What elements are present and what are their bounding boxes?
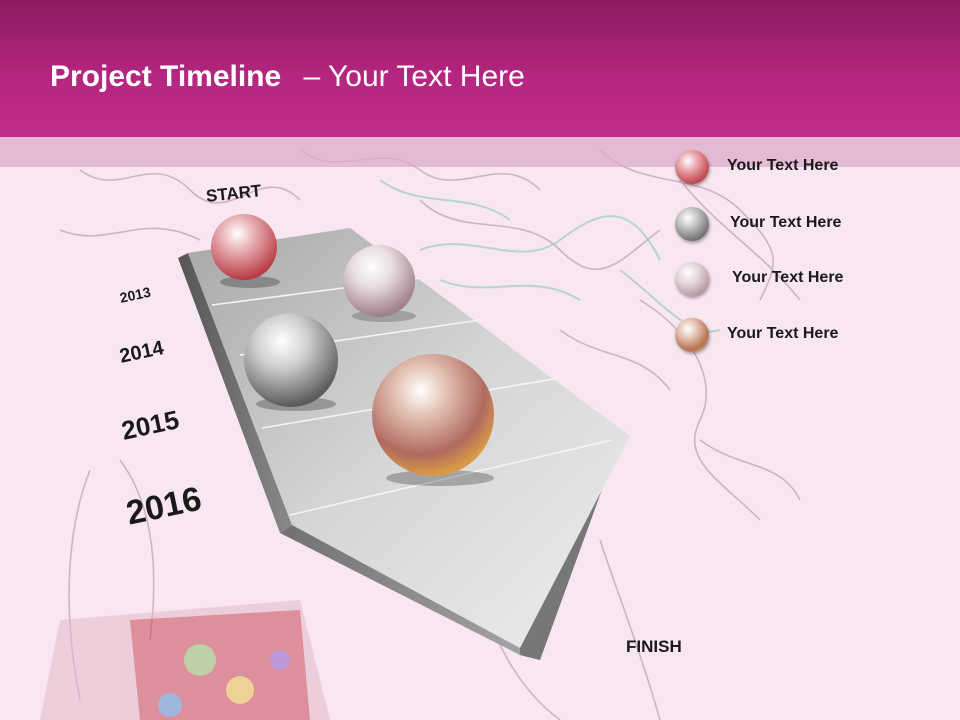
legend-dot-red-icon [675,150,709,184]
legend-dot-mauve-icon [675,262,709,296]
legend-label: Your Text Here [727,157,839,174]
sphere-orange [372,354,494,476]
legend-item-orange: Your Text Here [675,318,875,352]
slide: Project Timeline – Your Text Here START … [0,0,960,720]
legend-item-gray: Your Text Here [675,207,875,241]
legend-label: Your Text Here [732,269,844,286]
legend-label: Your Text Here [730,214,842,231]
finish-label: FINISH [626,637,682,656]
legend-dot-gray-icon [675,207,709,241]
sphere-gray [244,313,338,407]
sphere-red [211,214,277,280]
sphere-mauve [343,245,415,317]
legend-dot-orange-icon [675,318,709,352]
legend-item-mauve: Your Text Here [675,262,875,296]
legend-item-red: Your Text Here [675,150,875,184]
legend-label: Your Text Here [727,325,839,342]
